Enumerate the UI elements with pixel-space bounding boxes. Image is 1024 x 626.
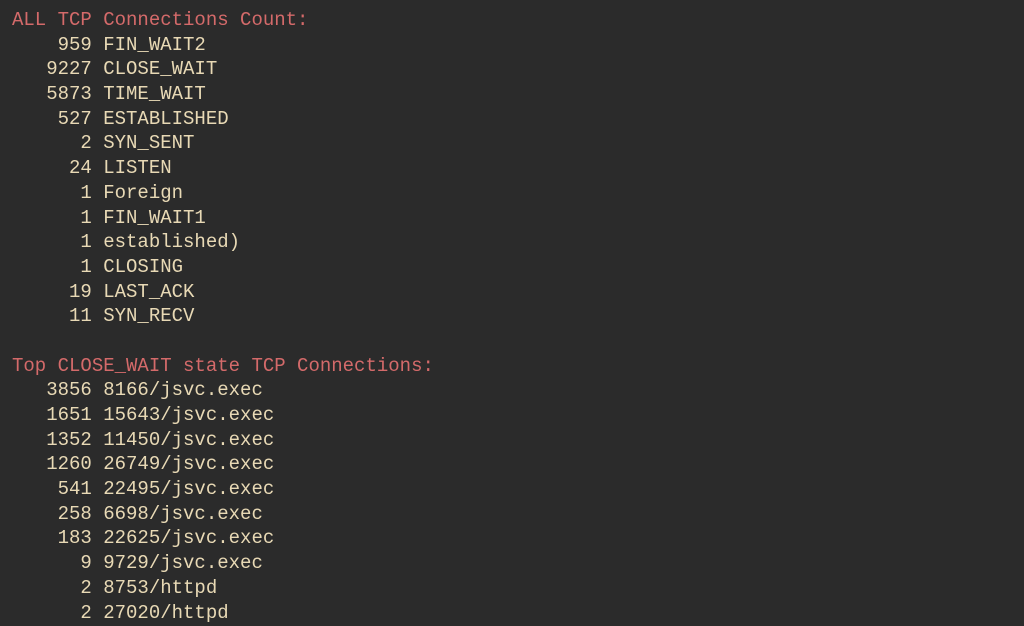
terminal-row: 2 8753/httpd xyxy=(12,576,1012,601)
terminal-row: 541 22495/jsvc.exec xyxy=(12,477,1012,502)
terminal-row: 258 6698/jsvc.exec xyxy=(12,502,1012,527)
terminal-row: 19 LAST_ACK xyxy=(12,280,1012,305)
terminal-row: 24 LISTEN xyxy=(12,156,1012,181)
terminal-row: 959 FIN_WAIT2 xyxy=(12,33,1012,58)
terminal-row: 1260 26749/jsvc.exec xyxy=(12,452,1012,477)
section2-rows: 3856 8166/jsvc.exec 1651 15643/jsvc.exec… xyxy=(12,378,1012,625)
terminal-row: 1 FIN_WAIT1 xyxy=(12,206,1012,231)
terminal-row: 183 22625/jsvc.exec xyxy=(12,526,1012,551)
section1-title: ALL TCP Connections Count: xyxy=(12,8,1012,33)
terminal-row: 1 CLOSING xyxy=(12,255,1012,280)
terminal-row: 9227 CLOSE_WAIT xyxy=(12,57,1012,82)
terminal-row: 1 Foreign xyxy=(12,181,1012,206)
terminal-row: 527 ESTABLISHED xyxy=(12,107,1012,132)
section2-title: Top CLOSE_WAIT state TCP Connections: xyxy=(12,354,1012,379)
terminal-row: 2 27020/httpd xyxy=(12,601,1012,626)
terminal-row: 3856 8166/jsvc.exec xyxy=(12,378,1012,403)
terminal-row: 1 established) xyxy=(12,230,1012,255)
section1-rows: 959 FIN_WAIT2 9227 CLOSE_WAIT 5873 TIME_… xyxy=(12,33,1012,329)
section-gap xyxy=(12,329,1012,354)
terminal-row: 1352 11450/jsvc.exec xyxy=(12,428,1012,453)
terminal-row: 11 SYN_RECV xyxy=(12,304,1012,329)
terminal-row: 1651 15643/jsvc.exec xyxy=(12,403,1012,428)
terminal-row: 2 SYN_SENT xyxy=(12,131,1012,156)
terminal-row: 9 9729/jsvc.exec xyxy=(12,551,1012,576)
terminal-row: 5873 TIME_WAIT xyxy=(12,82,1012,107)
